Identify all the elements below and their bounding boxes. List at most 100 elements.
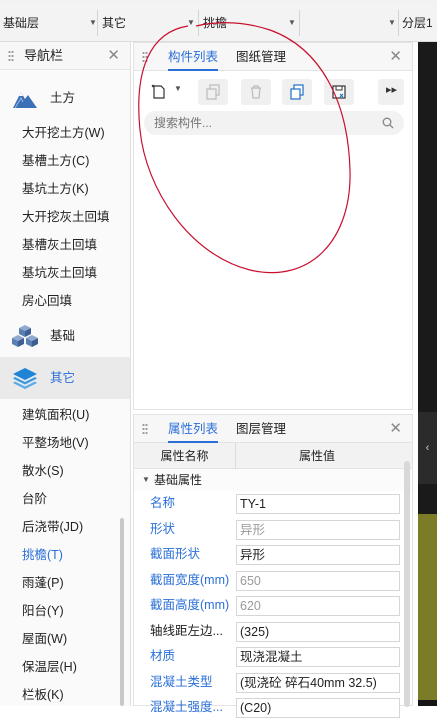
duplicate-button[interactable] [282,79,312,105]
nav-item[interactable]: 基坑灰土回填 [0,259,130,287]
nav-category-earthwork[interactable]: 土方 [0,77,130,119]
property-name: 轴线距左边... [150,623,223,638]
layer-label[interactable]: 分层1 [402,12,433,34]
collapse-icon[interactable]: ▼ [142,469,150,491]
property-row[interactable]: 混凝土类型 (现浇砼 碎石40mm 32.5) [134,670,412,696]
property-row[interactable]: 截面形状 异形 [134,542,412,568]
nav-category-label: 其它 [50,371,76,385]
property-row[interactable]: 形状 异形 [134,517,412,543]
collapse-handle[interactable]: ‹ [418,412,437,484]
component-search[interactable] [144,111,404,135]
nav-item[interactable]: 台阶 [0,485,130,513]
property-value-field[interactable]: 650 [236,570,400,591]
component-panel: 构件列表 图纸管理 ✕ ▼ ▸▸ 搜索构件... [133,42,413,410]
property-rows: 名称 TY-1 形状 异形 截面形状 异形 截面宽度(mm) 650 截面高度(mm) 620 轴线… [134,491,412,721]
tab-component-list[interactable]: 构件列表 [168,43,219,71]
nav-scrollbar[interactable] [120,518,124,706]
toolbar: 基础层 ▼ 其它 ▼ 挑檐 ▼ ▼ 分层1 [0,4,437,42]
property-value-field[interactable]: (现浇砼 碎石40mm 32.5) [236,672,400,693]
chevron-down-icon: ▼ [89,18,97,27]
nav-item-active[interactable]: 挑檐(T) [0,541,130,569]
nav-item[interactable]: 屋面(W) [0,625,130,653]
more-button[interactable]: ▸▸ [378,79,404,105]
nav-item[interactable]: 建筑面积(U) [0,401,130,429]
property-scrollbar[interactable] [404,461,410,707]
property-value-field[interactable]: (C20) [236,698,400,718]
search-icon[interactable] [382,117,394,129]
delete-button[interactable] [241,79,271,105]
property-name: 混凝土类型 [150,674,213,689]
tab-layer-management[interactable]: 图层管理 [236,415,286,443]
new-component-button[interactable]: ▼ [144,79,188,105]
nav-item[interactable]: 基槽灰土回填 [0,231,130,259]
category-select[interactable]: 其它 ▼ [99,10,199,36]
property-row[interactable]: 名称 TY-1 [134,491,412,517]
chevron-down-icon: ▼ [187,18,195,27]
nav-item[interactable]: 散水(S) [0,457,130,485]
nav-item[interactable]: 大开挖灰土回填 [0,203,130,231]
search-input[interactable] [154,111,374,135]
nav-item[interactable]: 雨蓬(P) [0,569,130,597]
property-row[interactable]: 截面高度(mm) 620 [134,593,412,619]
nav-item[interactable]: 后浇带(JD) [0,513,130,541]
nav-category-foundation[interactable]: 基础 [0,315,130,357]
property-row[interactable]: 材质 现浇混凝土 [134,644,412,670]
property-name: 截面高度(mm) [150,598,230,612]
floor-select-value: 基础层 [3,16,40,30]
floor-select[interactable]: 基础层 ▼ [0,10,98,36]
close-icon[interactable]: ✕ [107,42,120,70]
chevron-down-icon: ▼ [288,18,296,27]
close-icon[interactable]: ✕ [389,415,402,443]
property-value-field[interactable]: 620 [236,596,400,616]
property-group[interactable]: ▼ 基础属性 [134,469,412,491]
copy-button[interactable] [198,79,228,105]
property-value-field[interactable]: TY-1 [236,494,400,514]
component-select[interactable]: 挑檐 ▼ [200,10,300,36]
nav-category-other[interactable]: 其它 [0,357,130,399]
property-row[interactable]: 截面宽度(mm) 650 [134,568,412,594]
nav-item[interactable]: 栏板(K) [0,681,130,709]
save-button[interactable] [324,79,354,105]
drag-handle-icon[interactable] [8,50,14,62]
duplicate-icon [290,84,304,100]
property-name: 名称 [150,496,176,510]
nav-item[interactable]: 基坑土方(K) [0,175,130,203]
close-icon[interactable]: ✕ [389,43,402,71]
category-select-value: 其它 [102,16,127,30]
nav-item[interactable]: 大开挖土方(W) [0,119,130,147]
property-group-label: 基础属性 [154,473,203,487]
nav-item[interactable]: 平整场地(V) [0,429,130,457]
property-name: 截面宽度(mm) [150,572,230,587]
nav-item[interactable]: 保温层(H) [0,653,130,681]
property-row[interactable]: 混凝土强度... (C20) [134,695,412,721]
component-panel-header: 构件列表 图纸管理 ✕ [134,43,412,71]
trash-icon [251,85,261,99]
tab-drawing-management[interactable]: 图纸管理 [236,43,286,71]
mountain-icon [13,92,37,109]
nav-item[interactable]: 基槽土方(C) [0,147,130,175]
tab-property-list[interactable]: 属性列表 [168,415,219,443]
property-value-field[interactable]: 异形 [236,519,400,540]
property-name: 材质 [150,649,176,663]
nav-title: 导航栏 [24,48,64,63]
double-chevron-right-icon: ▸▸ [386,84,398,96]
property-name: 形状 [150,521,176,536]
component-select-value: 挑檐 [203,16,228,30]
property-value-field[interactable]: 异形 [236,545,400,565]
viewport-model-area [418,514,437,706]
chevron-left-icon: ‹ [425,442,430,454]
drag-handle-icon[interactable] [142,423,148,435]
drag-handle-icon[interactable] [142,51,148,63]
instance-select[interactable]: ▼ [301,10,399,36]
nav-item[interactable]: 阳台(Y) [0,597,130,625]
nav-item[interactable]: 房心回填 [0,287,130,315]
navigation-panel: 导航栏 ✕ 土方 大开挖土方(W) 基槽土方(C) 基坑土方(K) 大开挖灰土回… [0,42,131,706]
property-value-field[interactable]: 现浇混凝土 [236,647,400,667]
property-row[interactable]: 轴线距左边... (325) [134,619,412,645]
property-value-field[interactable]: (325) [236,621,400,642]
nav-category-label: 基础 [50,329,76,343]
cubes-icon [12,325,38,347]
nav-category-label: 土方 [50,91,76,105]
chevron-down-icon: ▼ [388,18,396,27]
new-file-icon [151,84,165,99]
